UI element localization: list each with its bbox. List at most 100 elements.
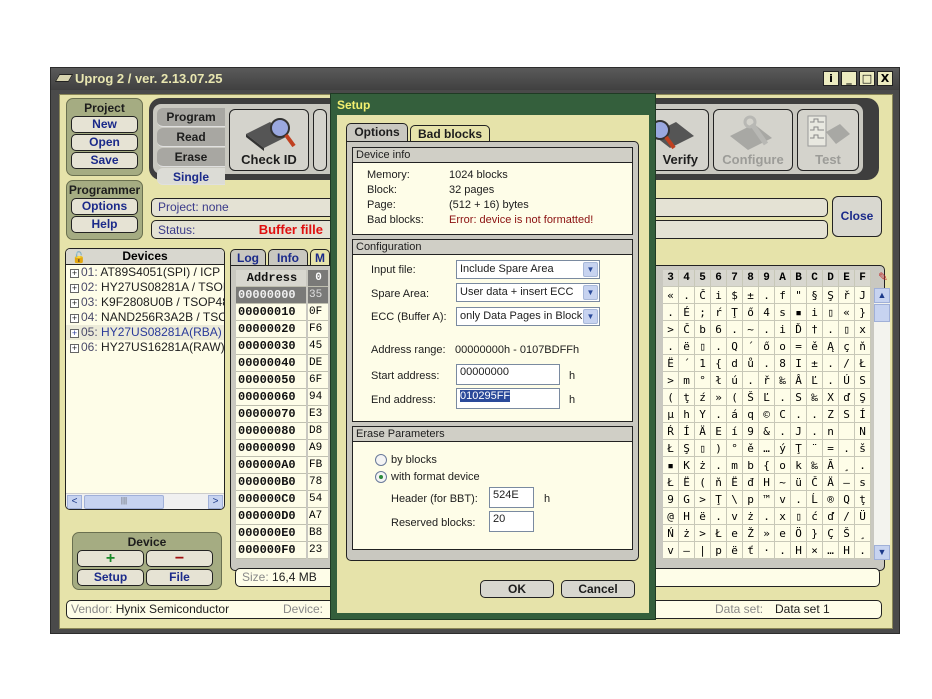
char-cell[interactable]: ▪ bbox=[791, 304, 807, 321]
input-file-select[interactable]: Include Spare Area ▼ bbox=[456, 260, 600, 279]
char-cell[interactable]: á bbox=[727, 406, 743, 423]
expand-icon[interactable]: + bbox=[70, 329, 79, 338]
char-cell[interactable]: ě bbox=[743, 440, 759, 457]
mode-tab-single[interactable]: Single bbox=[157, 168, 225, 185]
char-cell[interactable]: ‰ bbox=[807, 457, 823, 474]
char-cell[interactable]: e bbox=[775, 525, 791, 542]
char-cell[interactable]: > bbox=[695, 525, 711, 542]
scroll-up-icon[interactable]: ▲ bbox=[874, 288, 890, 303]
char-cell[interactable]: = bbox=[791, 338, 807, 355]
hex-byte-cell[interactable]: 45 bbox=[308, 338, 328, 355]
address-cell[interactable]: 000000B0 bbox=[236, 474, 306, 491]
hex-byte-cell[interactable]: 6F bbox=[308, 372, 328, 389]
char-cell[interactable]: ( bbox=[695, 474, 711, 491]
char-cell[interactable]: } bbox=[807, 525, 823, 542]
char-cell[interactable]: s bbox=[775, 304, 791, 321]
by-blocks-label[interactable]: by blocks bbox=[391, 454, 437, 466]
char-cell[interactable]: © bbox=[759, 406, 775, 423]
char-cell[interactable]: > bbox=[663, 321, 679, 338]
char-cell[interactable]: Ł bbox=[855, 355, 871, 372]
char-cell[interactable]: ł bbox=[711, 372, 727, 389]
hidden-tool-button[interactable] bbox=[313, 109, 327, 171]
device-list-item[interactable]: +04: NAND256R3A2B / TSOF bbox=[66, 310, 224, 325]
char-cell[interactable]: / bbox=[839, 508, 855, 525]
char-cell[interactable]: ě bbox=[807, 338, 823, 355]
hex-vertical-scrollbar[interactable]: ▲ ▼ bbox=[874, 288, 890, 560]
char-cell[interactable]: Ł bbox=[663, 474, 679, 491]
char-cell[interactable]: v bbox=[727, 508, 743, 525]
char-cell[interactable]: Ŕ bbox=[663, 423, 679, 440]
char-cell[interactable]: Ţ bbox=[727, 304, 743, 321]
char-cell[interactable]: ë bbox=[695, 508, 711, 525]
address-cell[interactable]: 000000A0 bbox=[236, 457, 306, 474]
char-cell[interactable]: Š bbox=[839, 525, 855, 542]
hex-byte-cell[interactable]: 54 bbox=[308, 491, 328, 508]
char-cell[interactable]: X bbox=[823, 389, 839, 406]
char-cell[interactable]: o bbox=[775, 457, 791, 474]
char-cell[interactable]: ´ bbox=[679, 355, 695, 372]
address-cell[interactable]: 000000C0 bbox=[236, 491, 306, 508]
char-cell[interactable]: } bbox=[855, 304, 871, 321]
char-cell[interactable]: K bbox=[679, 457, 695, 474]
char-cell[interactable]: ▯ bbox=[839, 321, 855, 338]
char-cell[interactable]: ™ bbox=[759, 491, 775, 508]
ecc-select[interactable]: only Data Pages in Block ▼ bbox=[456, 307, 600, 326]
char-cell[interactable]: . bbox=[759, 287, 775, 304]
char-cell[interactable]: ¸ bbox=[855, 525, 871, 542]
scroll-left-icon[interactable]: < bbox=[67, 495, 82, 509]
char-cell[interactable]: s bbox=[855, 474, 871, 491]
unlock-icon[interactable]: 🔓 bbox=[72, 251, 86, 264]
char-cell[interactable]: – bbox=[839, 474, 855, 491]
hex-byte-cell[interactable]: B8 bbox=[308, 525, 328, 542]
char-cell[interactable]: x bbox=[775, 508, 791, 525]
char-cell[interactable]: ° bbox=[695, 372, 711, 389]
char-cell[interactable]: ď bbox=[839, 389, 855, 406]
char-cell[interactable]: . bbox=[791, 406, 807, 423]
char-cell[interactable]: ° bbox=[727, 440, 743, 457]
hex-byte-cell[interactable]: D8 bbox=[308, 423, 328, 440]
char-cell[interactable]: Ö bbox=[791, 525, 807, 542]
char-cell[interactable]: Ń bbox=[663, 525, 679, 542]
char-cell[interactable]: í bbox=[727, 423, 743, 440]
title-bar[interactable]: Uprog 2 / ver. 2.13.07.25 i _ □ X bbox=[51, 68, 899, 90]
device-list-item[interactable]: +06: HY27US16281A(RAW) / bbox=[66, 340, 224, 355]
char-cell[interactable]: § bbox=[807, 287, 823, 304]
char-cell[interactable]: = bbox=[823, 440, 839, 457]
char-cell[interactable]: " bbox=[791, 287, 807, 304]
char-cell[interactable]: Ľ bbox=[807, 372, 823, 389]
hex-byte-cell[interactable]: 23 bbox=[308, 542, 328, 559]
char-cell[interactable]: ď bbox=[823, 508, 839, 525]
char-cell[interactable]: ¸ bbox=[839, 457, 855, 474]
expand-icon[interactable]: + bbox=[70, 284, 79, 293]
char-cell[interactable]: ( bbox=[727, 389, 743, 406]
device-list-item[interactable]: +02: HY27US08281A / TSOP bbox=[66, 280, 224, 295]
char-cell[interactable]: ¨ bbox=[807, 440, 823, 457]
char-cell[interactable]: . bbox=[807, 406, 823, 423]
char-cell[interactable]: i bbox=[711, 287, 727, 304]
char-cell[interactable]: Ë bbox=[663, 355, 679, 372]
char-cell[interactable]: š bbox=[855, 440, 871, 457]
hex-byte-cell[interactable]: 35 bbox=[308, 287, 328, 304]
char-cell[interactable]: Ď bbox=[791, 321, 807, 338]
char-cell[interactable]: J bbox=[855, 287, 871, 304]
address-cell[interactable]: 00000020 bbox=[236, 321, 306, 338]
char-cell[interactable]: ▯ bbox=[695, 440, 711, 457]
char-cell[interactable]: o bbox=[775, 338, 791, 355]
char-cell[interactable]: . bbox=[791, 491, 807, 508]
char-cell[interactable]: Ä bbox=[695, 423, 711, 440]
char-cell[interactable]: ż bbox=[743, 508, 759, 525]
char-cell[interactable]: . bbox=[823, 355, 839, 372]
char-cell[interactable]: { bbox=[711, 355, 727, 372]
char-cell[interactable]: 9 bbox=[663, 491, 679, 508]
char-cell[interactable]: ú bbox=[727, 372, 743, 389]
edit-pencil-icon[interactable]: ✎ bbox=[876, 270, 890, 284]
cancel-button[interactable]: Cancel bbox=[561, 580, 635, 598]
char-cell[interactable]: Í bbox=[679, 423, 695, 440]
tab-info[interactable]: Info bbox=[268, 249, 308, 266]
char-cell[interactable]: ż bbox=[695, 457, 711, 474]
char-cell[interactable]: ů bbox=[743, 355, 759, 372]
add-device-button[interactable]: + bbox=[77, 550, 144, 567]
char-cell[interactable]: . bbox=[743, 372, 759, 389]
minimize-button[interactable]: _ bbox=[841, 71, 857, 86]
char-cell[interactable]: S bbox=[839, 406, 855, 423]
